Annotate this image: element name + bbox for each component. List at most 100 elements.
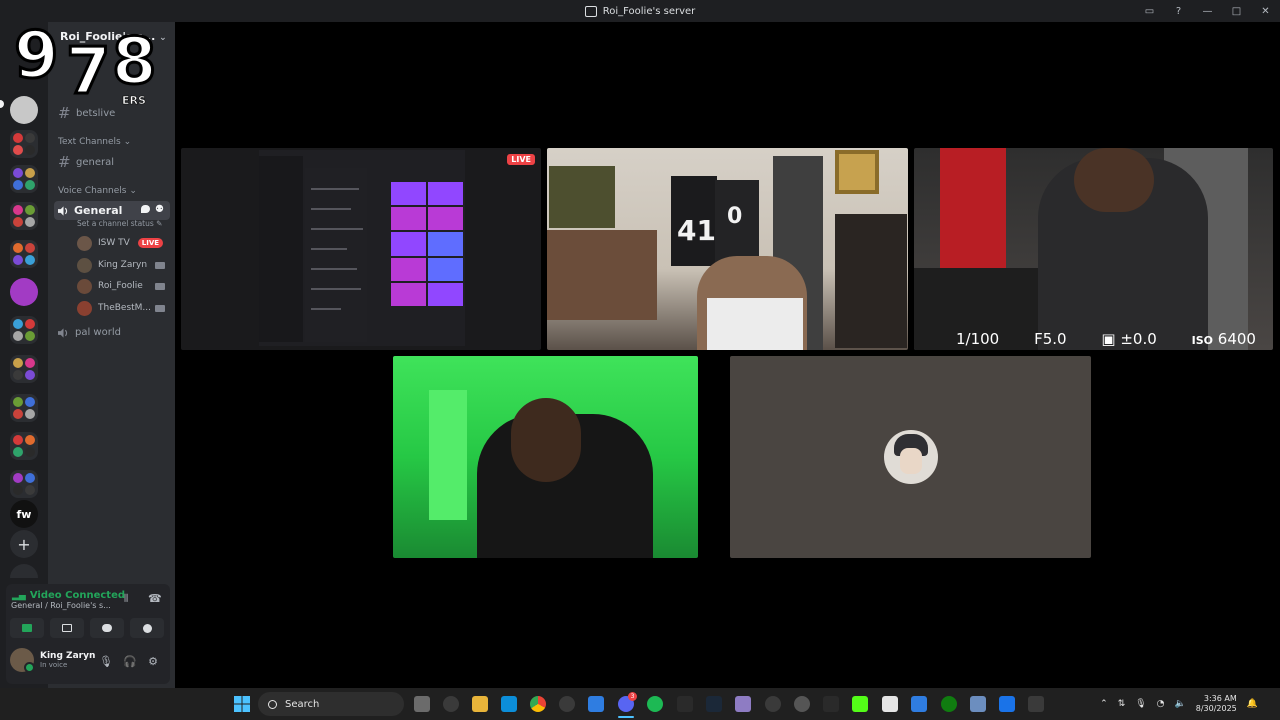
clock[interactable]: 3:36 AM 8/30/2025 xyxy=(1196,694,1237,714)
server-folder[interactable] xyxy=(10,470,38,498)
category-voice-channels[interactable]: Voice Channels ⌄ xyxy=(58,186,137,196)
server-fw-label: fw xyxy=(16,507,32,521)
voice-user[interactable]: Roi_Foolie xyxy=(77,277,169,295)
collectibles-shelf xyxy=(547,230,657,320)
notifications-icon[interactable]: 🔔 xyxy=(1247,699,1258,709)
file-explorer-icon[interactable] xyxy=(472,696,488,712)
windows-start-icon[interactable] xyxy=(234,696,250,712)
shared-screen-chat xyxy=(305,168,367,342)
connection-location[interactable]: General / Roi_Foolie's s... xyxy=(11,601,111,610)
add-server-icon[interactable]: + xyxy=(10,530,38,558)
gear-icon[interactable]: ⚙ xyxy=(147,656,159,668)
server-fw[interactable]: fw xyxy=(10,500,38,528)
server-folder[interactable] xyxy=(10,394,38,422)
screen-share-tile[interactable]: LIVE xyxy=(181,148,541,350)
app-icon[interactable] xyxy=(735,696,751,712)
server-folder[interactable] xyxy=(10,202,38,230)
server-folder[interactable] xyxy=(10,165,38,193)
app-icon[interactable] xyxy=(794,696,810,712)
xbox-icon[interactable] xyxy=(941,696,957,712)
window-title-text: Roi_Foolie's server xyxy=(602,5,696,17)
server-folder[interactable] xyxy=(10,240,38,268)
camera-hud: 1/100 F5.0 ▣ ±0.0 ISO 6400 xyxy=(956,330,1256,348)
video-tile-room[interactable]: 41 0 xyxy=(547,148,908,350)
activities-button[interactable] xyxy=(90,618,124,638)
server-folder[interactable] xyxy=(10,355,38,383)
minimize-button[interactable]: — xyxy=(1193,6,1222,17)
kick-icon[interactable] xyxy=(852,696,868,712)
discover-icon[interactable] xyxy=(10,564,38,578)
voice-user[interactable]: TheBestM... xyxy=(77,299,169,317)
microphone-icon[interactable]: 🎙 xyxy=(1135,699,1146,709)
notepad-icon[interactable] xyxy=(911,696,927,712)
disconnect-icon[interactable]: ☎ xyxy=(148,592,162,605)
server-icon xyxy=(584,5,597,17)
app-icon[interactable] xyxy=(882,696,898,712)
avatar xyxy=(77,300,92,316)
voice-channel-pal-world[interactable]: pal world xyxy=(58,327,121,338)
task-view-icon[interactable] xyxy=(414,696,430,712)
category-text-channels[interactable]: Text Channels ⌄ xyxy=(58,137,131,147)
active-app-indicator xyxy=(618,716,634,718)
microphone-icon[interactable]: 🎙 xyxy=(99,656,113,668)
aperture-readout: F5.0 xyxy=(1034,330,1067,348)
wifi-icon[interactable]: ◔ xyxy=(1157,699,1165,709)
signal-icon: ▂▄ xyxy=(12,590,26,601)
exposure-readout: ▣ ±0.0 xyxy=(1101,330,1156,348)
channel-status-prompt[interactable]: Set a channel status ✎ xyxy=(77,219,162,228)
chat-bubble-icon[interactable] xyxy=(141,205,150,213)
steam-icon[interactable] xyxy=(706,696,722,712)
app-icon[interactable] xyxy=(501,696,517,712)
user-panel[interactable]: King Zaryn In voice xyxy=(10,648,95,673)
invite-user-icon[interactable]: ⚉ xyxy=(155,204,164,215)
user-status: In voice xyxy=(40,661,68,669)
exposure-value: ±0.0 xyxy=(1120,330,1157,348)
voice-user[interactable]: ISW TV LIVE xyxy=(77,234,169,252)
iso-value: 6400 xyxy=(1217,330,1256,348)
settings-icon[interactable] xyxy=(970,696,986,712)
connection-status[interactable]: ▂▄ Video Connected xyxy=(12,590,125,601)
video-tile-camera[interactable]: 1/100 F5.0 ▣ ±0.0 ISO 6400 xyxy=(914,148,1273,350)
app-icon[interactable] xyxy=(588,696,604,712)
live-badge: LIVE xyxy=(137,238,164,248)
app-icon[interactable] xyxy=(765,696,781,712)
spotify-icon[interactable] xyxy=(647,696,663,712)
system-tray: ⌃ ⇅ 🎙 ◔ 🔈 3:36 AM 8/30/2025 🔔 xyxy=(1100,688,1280,720)
app-icon[interactable] xyxy=(559,696,575,712)
iso-label: ISO xyxy=(1191,334,1214,347)
inbox-icon[interactable]: ▭ xyxy=(1135,6,1164,17)
server-folder[interactable] xyxy=(10,432,38,460)
video-tile-avatar[interactable] xyxy=(730,356,1091,558)
status-placeholder: Set a channel status xyxy=(77,219,154,228)
volume-icon[interactable]: 🔈 xyxy=(1175,699,1186,709)
screen-share-button[interactable] xyxy=(50,618,84,638)
close-button[interactable]: ✕ xyxy=(1251,6,1280,17)
participant-head xyxy=(1074,148,1154,212)
display-rack xyxy=(835,214,907,348)
app-icon[interactable] xyxy=(1028,696,1044,712)
camera-button[interactable] xyxy=(10,618,44,638)
voice-user[interactable]: King Zaryn xyxy=(77,256,169,274)
taskbar-search[interactable]: Search xyxy=(258,692,404,716)
stream-logo-978: 9 7 8 ERS xyxy=(10,22,170,114)
server-folder[interactable] xyxy=(10,130,38,158)
server-icon-item[interactable] xyxy=(10,278,38,306)
server-folder[interactable] xyxy=(10,316,38,344)
app-icon[interactable] xyxy=(999,696,1015,712)
video-stage xyxy=(175,22,1280,688)
logo-digit: 8 xyxy=(111,25,159,99)
video-tile-green[interactable] xyxy=(393,356,698,558)
chrome-icon[interactable] xyxy=(530,696,546,712)
noise-suppression-icon[interactable]: ⫼ xyxy=(124,594,128,604)
app-icon[interactable] xyxy=(823,696,839,712)
soundboard-button[interactable] xyxy=(130,618,164,638)
chevron-up-icon[interactable]: ⌃ xyxy=(1100,699,1108,709)
speedometer-icon[interactable] xyxy=(443,696,459,712)
channel-general[interactable]: # general xyxy=(58,153,114,171)
network-icon[interactable]: ⇅ xyxy=(1118,699,1126,709)
maximize-button[interactable]: □ xyxy=(1222,6,1251,17)
help-icon[interactable]: ? xyxy=(1164,6,1193,17)
headphones-icon[interactable]: 🎧 xyxy=(123,656,137,668)
speaker-icon xyxy=(58,327,68,338)
app-icon[interactable] xyxy=(677,696,693,712)
